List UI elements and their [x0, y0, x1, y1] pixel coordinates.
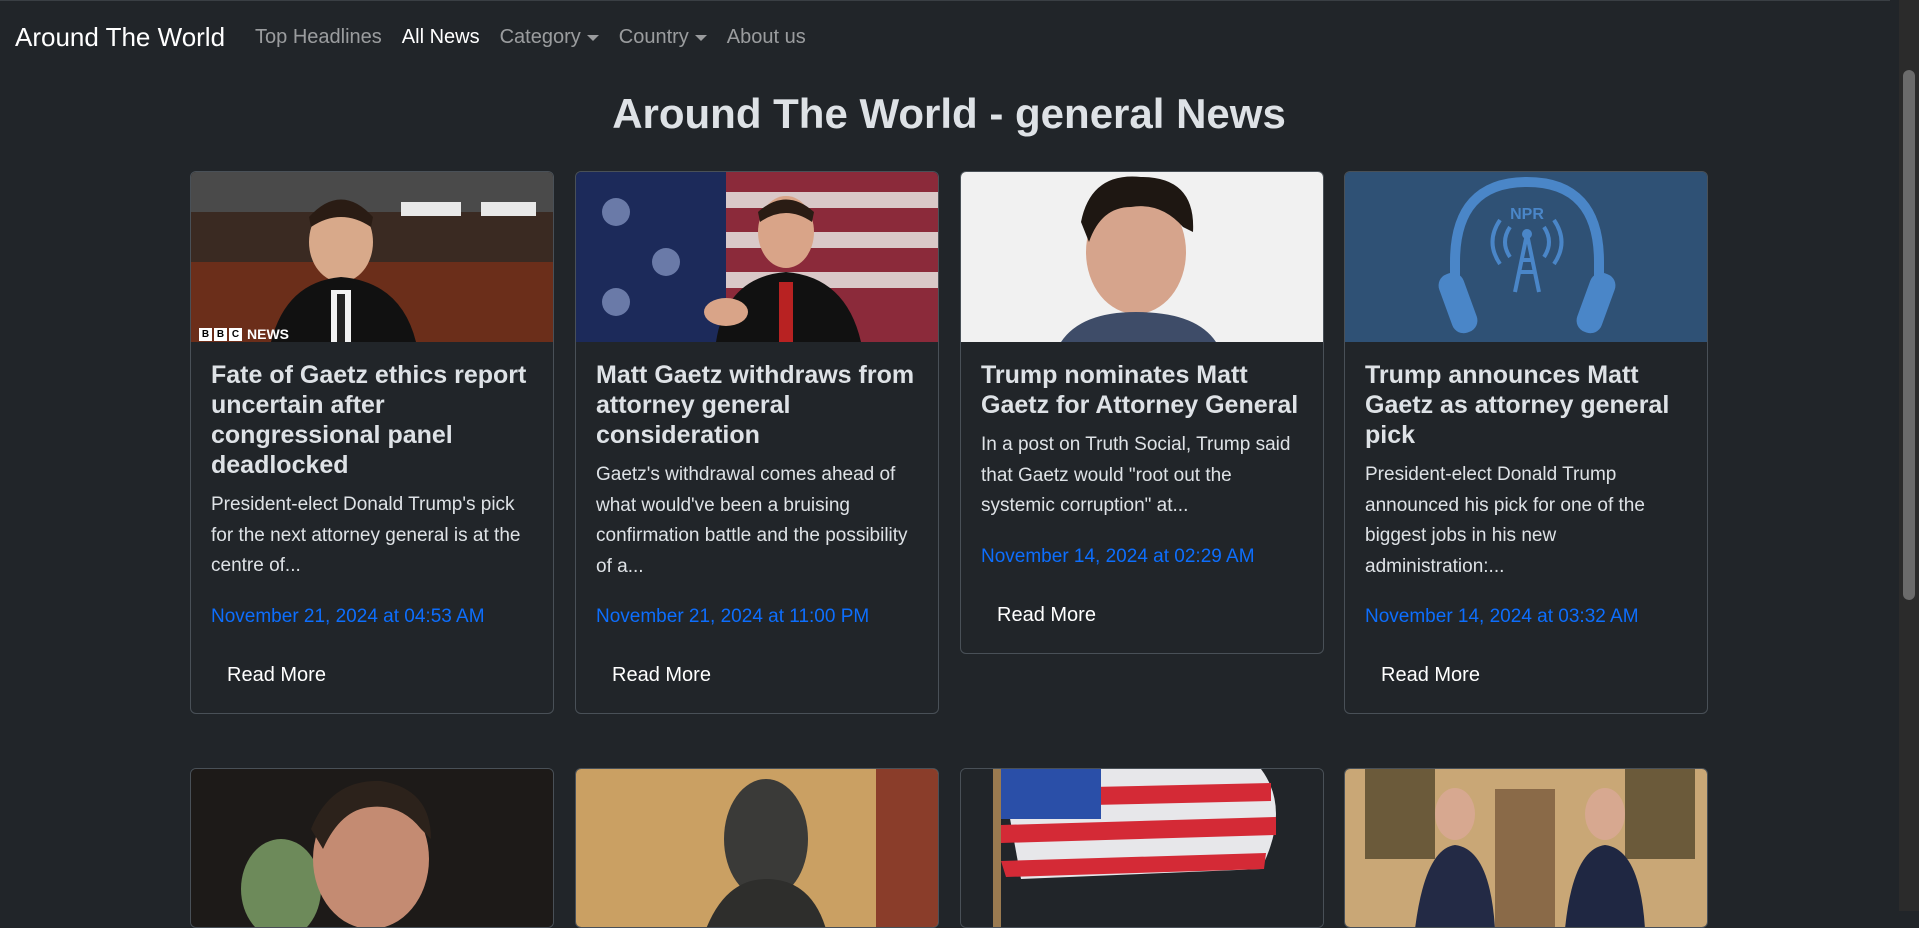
- news-card-description: Gaetz's withdrawal comes ahead of what w…: [596, 464, 908, 577]
- news-card: [960, 768, 1324, 928]
- news-image-graphic: [576, 172, 938, 342]
- bbc-news-logo: BBC NEWS: [199, 326, 289, 342]
- nav-country-label: Country: [618, 26, 689, 48]
- news-image: BBC NEWS: [191, 172, 553, 342]
- news-card-description: President-elect Donald Trump's pick for …: [211, 494, 521, 576]
- news-image: [576, 769, 938, 927]
- news-card-title: Trump nominates Matt Gaetz for Attorney …: [981, 361, 1299, 419]
- news-image: NPR: [1345, 172, 1707, 342]
- read-more-button[interactable]: Read More: [211, 652, 342, 699]
- news-image: [191, 769, 553, 927]
- news-card: NPR Trump announces Matt Gaetz as attorn…: [1344, 171, 1708, 714]
- news-card-description: In a post on Truth Social, Trump said th…: [981, 434, 1291, 516]
- nav-country-dropdown[interactable]: Country: [619, 26, 707, 49]
- news-card: [1344, 768, 1708, 928]
- news-card: Trump nominates Matt Gaetz for Attorney …: [960, 171, 1324, 654]
- news-image: [576, 172, 938, 342]
- news-image-graphic: [191, 172, 553, 342]
- read-more-button[interactable]: Read More: [1365, 652, 1496, 699]
- news-image: [1345, 769, 1707, 927]
- nav-category-label: Category: [499, 26, 581, 48]
- read-more-button[interactable]: Read More: [596, 652, 727, 699]
- news-card: [190, 768, 554, 928]
- caret-down-icon: [694, 34, 707, 41]
- scrollbar-thumb[interactable]: [1903, 70, 1915, 600]
- npr-headphones-icon: [1345, 172, 1707, 342]
- caret-down-icon: [586, 34, 599, 41]
- news-card: [575, 768, 939, 928]
- news-card-date: November 14, 2024 at 03:32 AM: [1365, 606, 1639, 627]
- news-image: [961, 172, 1323, 342]
- nav-category-dropdown[interactable]: Category: [500, 26, 599, 49]
- flag-image: [961, 769, 1323, 927]
- news-card-title: Fate of Gaetz ethics report uncertain af…: [211, 361, 527, 479]
- news-card-date: November 21, 2024 at 04:53 AM: [211, 605, 485, 627]
- news-card-title: Matt Gaetz withdraws from attorney gener…: [596, 361, 915, 449]
- read-more-button[interactable]: Read More: [981, 592, 1112, 639]
- news-card-date: November 14, 2024 at 02:29 AM: [981, 545, 1255, 567]
- navbar-brand[interactable]: Around The World: [15, 22, 225, 53]
- news-card-date: November 21, 2024 at 11:00 PM: [596, 606, 870, 627]
- news-card: BBC NEWS Fate of Gaetz ethics report unc…: [190, 171, 554, 714]
- news-card: Matt Gaetz withdraws from attorney gener…: [575, 171, 939, 714]
- npr-label: NPR: [1510, 206, 1544, 223]
- nav-about-us[interactable]: About us: [727, 26, 806, 49]
- nav-top-headlines-label: Top Headlines: [255, 26, 382, 48]
- news-image-graphic: [961, 172, 1323, 342]
- scrollbar-track[interactable]: [1899, 0, 1919, 911]
- page-title: Around The World - general News: [612, 90, 1286, 137]
- bbc-news-label: NEWS: [247, 326, 289, 342]
- news-card-title: Trump announces Matt Gaetz as attorney g…: [1365, 361, 1670, 449]
- nav-top-headlines[interactable]: Top Headlines: [255, 26, 382, 49]
- news-card-description: President-elect Donald Trump announced h…: [1365, 464, 1645, 577]
- nav-all-news-label: All News: [401, 26, 480, 48]
- navbar: Around The World Top Headlines All News …: [0, 0, 1890, 74]
- nav-about-us-label: About us: [726, 26, 806, 48]
- nav-all-news[interactable]: All News: [402, 26, 480, 49]
